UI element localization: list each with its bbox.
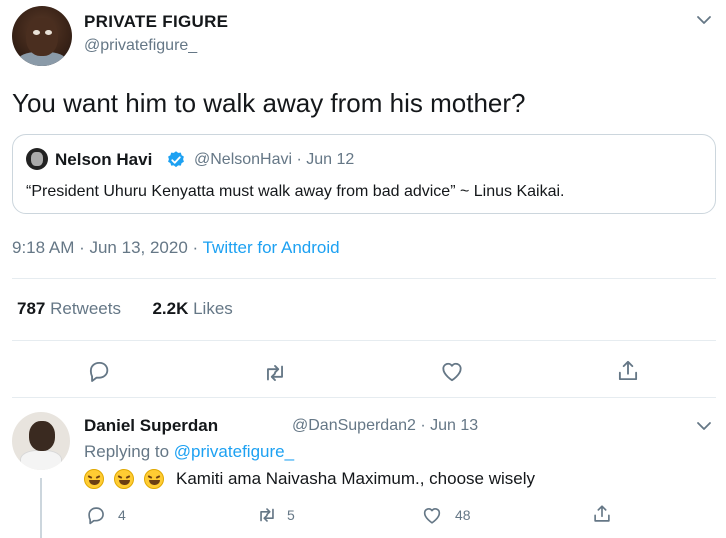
- likes-stat[interactable]: 2.2K Likes: [152, 299, 232, 318]
- tweet-timestamp: 9:18 AM · Jun 13, 2020 · Twitter for And…: [12, 238, 340, 258]
- chevron-down-icon[interactable]: [694, 416, 714, 436]
- reply-author-avatar[interactable]: [12, 412, 70, 470]
- share-icon[interactable]: [615, 358, 641, 384]
- likes-label: Likes: [188, 299, 233, 318]
- retweets-label: Retweets: [45, 299, 121, 318]
- retweet-icon[interactable]: [262, 360, 288, 386]
- like-count: 48: [455, 507, 471, 523]
- author-name[interactable]: PRIVATE FIGURE: [84, 12, 228, 32]
- laughing-emoji-icon: [144, 469, 164, 489]
- heart-icon[interactable]: [439, 358, 465, 384]
- retweets-count: 787: [17, 299, 46, 318]
- likes-count: 2.2K: [152, 299, 189, 318]
- timestamp-text[interactable]: 9:18 AM · Jun 13, 2020 ·: [12, 238, 203, 257]
- laughing-emoji-icon: [84, 469, 104, 489]
- replying-to: Replying to @privatefigure_: [84, 442, 294, 462]
- retweet-count: 5: [287, 507, 295, 523]
- reply-text: Kamiti ama Naivasha Maximum., choose wis…: [84, 469, 535, 489]
- quoted-author-avatar: [26, 148, 48, 170]
- reply-icon[interactable]: [86, 358, 112, 384]
- divider: [12, 340, 716, 341]
- reply-meta: @DanSuperdan2 · Jun 13: [292, 417, 479, 434]
- quoted-tweet-text: “President Uhuru Kenyatta must walk away…: [26, 183, 565, 200]
- reply-count: 4: [118, 507, 126, 523]
- chevron-down-icon[interactable]: [694, 10, 714, 30]
- quoted-author-name: Nelson Havi: [55, 150, 153, 169]
- laughing-emoji-icon: [114, 469, 134, 489]
- replying-mention-link[interactable]: @privatefigure_: [174, 442, 294, 461]
- reply-author-name[interactable]: Daniel Superdan: [84, 416, 218, 436]
- thread-line: [40, 478, 42, 538]
- reply-icon[interactable]: [85, 504, 107, 526]
- heart-icon[interactable]: [421, 504, 443, 526]
- tweet-stats: 787 Retweets 2.2K Likes: [17, 299, 233, 319]
- share-icon[interactable]: [591, 503, 613, 525]
- quoted-tweet[interactable]: [12, 134, 716, 214]
- author-avatar[interactable]: [12, 6, 72, 66]
- verified-badge-icon: [168, 151, 184, 168]
- tweet-text: You want him to walk away from his mothe…: [12, 88, 526, 118]
- divider: [12, 278, 716, 279]
- retweets-stat[interactable]: 787 Retweets: [17, 299, 121, 318]
- reply-body: Kamiti ama Naivasha Maximum., choose wis…: [176, 469, 536, 488]
- replying-prefix: Replying to: [84, 442, 174, 461]
- author-handle[interactable]: @privatefigure_: [84, 37, 197, 55]
- tweet-source-link[interactable]: Twitter for Android: [203, 238, 340, 257]
- divider: [12, 397, 716, 398]
- retweet-icon[interactable]: [256, 504, 278, 526]
- quoted-tweet-meta: @NelsonHavi · Jun 12: [194, 151, 355, 168]
